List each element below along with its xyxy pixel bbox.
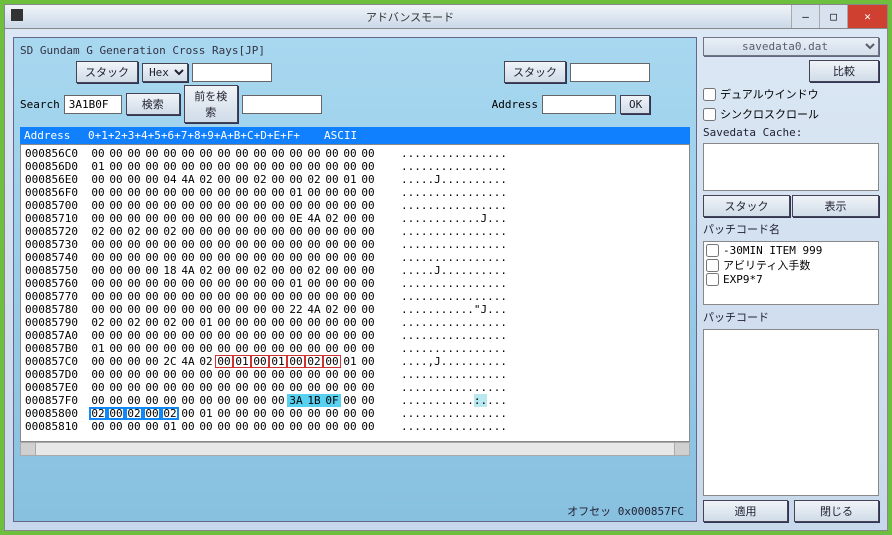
hex-row[interactable]: 000857800000000000000000000000224A020000… bbox=[25, 303, 685, 316]
dual-window-checkbox[interactable]: デュアルウインドウ bbox=[703, 86, 879, 102]
show-button[interactable]: 表示 bbox=[792, 195, 879, 217]
window-title: アドバンスモード bbox=[29, 9, 791, 25]
hex-row[interactable]: 0008577000000000000000000000000000000000… bbox=[25, 290, 685, 303]
hex-row[interactable]: 000856E000000000044A02000002000002000100… bbox=[25, 173, 685, 186]
hex-row[interactable]: 000856D001000000000000000000000000000000… bbox=[25, 160, 685, 173]
hex-row[interactable]: 000856C000000000000000000000000000000000… bbox=[25, 147, 685, 160]
hex-row[interactable]: 000857B001000000000000000000000000000000… bbox=[25, 342, 685, 355]
stack-input-1[interactable] bbox=[192, 63, 272, 82]
hex-row[interactable]: 0008570000000000000000000000000000000000… bbox=[25, 199, 685, 212]
hex-row[interactable]: 000857F000000000000000000000003A1B0F0000… bbox=[25, 394, 685, 407]
hex-row[interactable]: 000857E000000000000000000000000000000000… bbox=[25, 381, 685, 394]
patch-item[interactable]: アビリティ入手数 bbox=[706, 257, 876, 273]
stack-button[interactable]: スタック bbox=[76, 61, 138, 83]
side-panel: savedata0.dat 比較 デュアルウインドウ シンクロスクロール Sav… bbox=[703, 37, 879, 522]
search-prev-button[interactable]: 前を検索 bbox=[184, 85, 238, 123]
search-extra-input[interactable] bbox=[242, 95, 322, 114]
horizontal-scrollbar[interactable] bbox=[20, 442, 690, 456]
address-label: Address bbox=[492, 98, 538, 111]
hex-row[interactable]: 0008576000000000000000000000000100000000… bbox=[25, 277, 685, 290]
patch-list[interactable]: -30MIN ITEM 999アビリティ入手数EXP9*7 bbox=[703, 241, 879, 305]
hex-row[interactable]: 0008580002000200020001000000000000000000… bbox=[25, 407, 685, 420]
hex-row[interactable]: 0008571000000000000000000000000E4A020000… bbox=[25, 212, 685, 225]
app-icon bbox=[5, 9, 29, 24]
close-panel-button[interactable]: 閉じる bbox=[794, 500, 879, 522]
hex-row[interactable]: 0008575000000000184A02000002000002000000… bbox=[25, 264, 685, 277]
hex-row[interactable]: 0008573000000000000000000000000000000000… bbox=[25, 238, 685, 251]
hex-row[interactable]: 000857C0000000002C4A02000100010002000100… bbox=[25, 355, 685, 368]
patch-item[interactable]: EXP9*7 bbox=[706, 273, 876, 286]
ok-button[interactable]: OK bbox=[620, 95, 650, 114]
hex-panel: SD Gundam G Generation Cross Rays[JP] スタ… bbox=[13, 37, 697, 522]
close-button[interactable]: ✕ bbox=[847, 5, 887, 28]
hex-row[interactable]: 000856F000000000000000000000000100000000… bbox=[25, 186, 685, 199]
compare-button[interactable]: 比較 bbox=[809, 60, 879, 82]
hex-row[interactable]: 000857A000000000000000000000000000000000… bbox=[25, 329, 685, 342]
hex-header: Address 0+1+2+3+4+5+6+7+8+9+A+B+C+D+E+F+… bbox=[20, 127, 690, 144]
stack-button-2[interactable]: スタック bbox=[504, 61, 566, 83]
cache-box[interactable] bbox=[703, 143, 879, 191]
sync-scroll-checkbox[interactable]: シンクロスクロール bbox=[703, 106, 879, 122]
hex-row[interactable]: 0008581000000000010000000000000000000000… bbox=[25, 420, 685, 433]
hex-row[interactable]: 0008579002000200020001000000000000000000… bbox=[25, 316, 685, 329]
patch-code-box[interactable] bbox=[703, 329, 879, 496]
maximize-button[interactable]: □ bbox=[819, 5, 847, 28]
view-mode-select[interactable]: Hex bbox=[142, 63, 188, 82]
game-title: SD Gundam G Generation Cross Rays[JP] bbox=[20, 44, 690, 57]
status-offset: オフセッ 0x000857FC bbox=[567, 503, 684, 519]
search-button[interactable]: 検索 bbox=[126, 93, 180, 115]
apply-button[interactable]: 適用 bbox=[703, 500, 788, 522]
side-stack-button[interactable]: スタック bbox=[703, 195, 790, 217]
address-input[interactable] bbox=[542, 95, 616, 114]
search-label: Search bbox=[20, 98, 60, 111]
savedata-select[interactable]: savedata0.dat bbox=[703, 37, 879, 56]
hex-row[interactable]: 000857D000000000000000000000000000000000… bbox=[25, 368, 685, 381]
search-input[interactable] bbox=[64, 95, 122, 114]
hex-grid[interactable]: 000856C000000000000000000000000000000000… bbox=[20, 144, 690, 442]
patch-name-label: パッチコード名 bbox=[703, 221, 879, 237]
titlebar[interactable]: アドバンスモード — □ ✕ bbox=[5, 5, 887, 29]
patch-item[interactable]: -30MIN ITEM 999 bbox=[706, 244, 876, 257]
patch-code-label: パッチコード bbox=[703, 309, 879, 325]
stack-input-2[interactable] bbox=[570, 63, 650, 82]
hex-row[interactable]: 0008572002000200020000000000000000000000… bbox=[25, 225, 685, 238]
main-window: アドバンスモード — □ ✕ SD Gundam G Generation Cr… bbox=[4, 4, 888, 531]
hex-row[interactable]: 0008574000000000000000000000000000000000… bbox=[25, 251, 685, 264]
cache-label: Savedata Cache: bbox=[703, 126, 879, 139]
minimize-button[interactable]: — bbox=[791, 5, 819, 28]
